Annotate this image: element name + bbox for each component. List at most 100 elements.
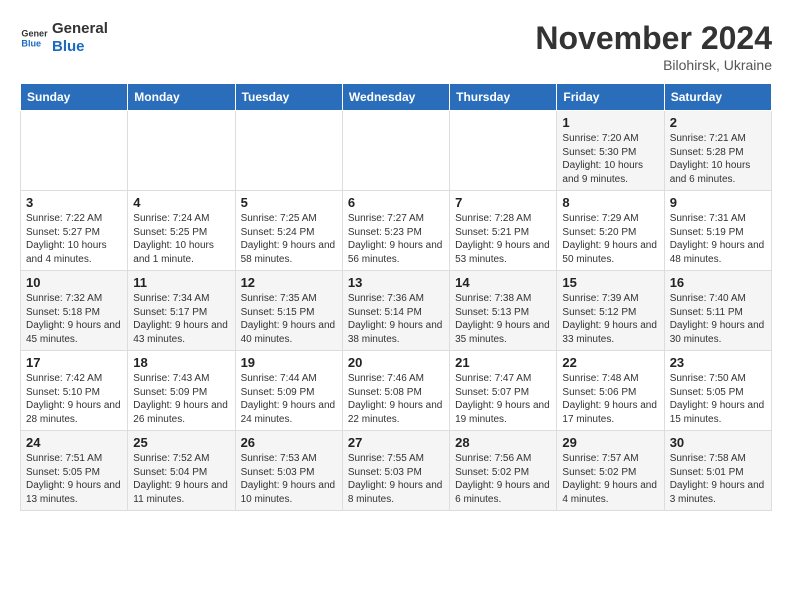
calendar-cell: 3 Sunrise: 7:22 AM Sunset: 5:27 PM Daylig…: [21, 191, 128, 271]
day-number: 1: [562, 115, 658, 130]
day-number: 26: [241, 435, 337, 450]
calendar-cell: [450, 111, 557, 191]
calendar-cell: 21Sunrise: 7:47 AM Sunset: 5:07 PM Dayli…: [450, 351, 557, 431]
day-info: Sunrise: 7:58 AM Sunset: 5:01 PM Dayligh…: [670, 452, 766, 506]
day-info: Sunrise: 7:35 AM Sunset: 5:15 PM Dayligh…: [241, 292, 337, 346]
calendar-cell: 18 Sunrise: 7:43 AM Sunset: 5:09 PM Dayli…: [128, 351, 235, 431]
calendar-week-row: 3 Sunrise: 7:22 AM Sunset: 5:27 PM Daylig…: [21, 191, 772, 271]
logo-blue: Blue: [52, 38, 108, 56]
day-info: Sunrise: 7:34 AM Sunset: 5:17 PM Dayligh…: [133, 292, 229, 346]
day-info: Sunrise: 7:39 AM Sunset: 5:12 PM Dayligh…: [562, 292, 658, 346]
day-number: 11: [133, 275, 229, 290]
day-number: 19: [241, 355, 337, 370]
month-title: November 2024: [535, 20, 772, 57]
weekday-header-friday: Friday: [557, 84, 664, 111]
day-info: Sunrise: 7:51 AM Sunset: 5:05 PM Dayligh…: [26, 452, 122, 506]
day-number: 8: [562, 195, 658, 210]
weekday-header-thursday: Thursday: [450, 84, 557, 111]
logo-general: General: [52, 20, 108, 38]
calendar-week-row: 10Sunrise: 7:32 AM Sunset: 5:18 PM Dayli…: [21, 271, 772, 351]
day-number: 9: [670, 195, 766, 210]
calendar-cell: 4Sunrise: 7:24 AM Sunset: 5:25 PM Daylig…: [128, 191, 235, 271]
calendar-cell: 16Sunrise: 7:40 AM Sunset: 5:11 PM Dayli…: [664, 271, 771, 351]
day-info: Sunrise: 7:47 AM Sunset: 5:07 PM Dayligh…: [455, 372, 551, 426]
svg-text:Blue: Blue: [21, 38, 41, 48]
calendar-cell: 9 Sunrise: 7:31 AM Sunset: 5:19 PM Daylig…: [664, 191, 771, 271]
day-info: Sunrise: 7:28 AM Sunset: 5:21 PM Dayligh…: [455, 212, 551, 266]
weekday-header-monday: Monday: [128, 84, 235, 111]
calendar-cell: [235, 111, 342, 191]
calendar-week-row: 17Sunrise: 7:42 AM Sunset: 5:10 PM Dayli…: [21, 351, 772, 431]
day-number: 30: [670, 435, 766, 450]
day-info: Sunrise: 7:38 AM Sunset: 5:13 PM Dayligh…: [455, 292, 551, 346]
calendar-cell: 14 Sunrise: 7:38 AM Sunset: 5:13 PM Dayli…: [450, 271, 557, 351]
day-info: Sunrise: 7:27 AM Sunset: 5:23 PM Dayligh…: [348, 212, 444, 266]
calendar-cell: 27 Sunrise: 7:55 AM Sunset: 5:03 PM Dayli…: [342, 431, 449, 511]
calendar-cell: 29 Sunrise: 7:57 AM Sunset: 5:02 PM Dayli…: [557, 431, 664, 511]
day-number: 24: [26, 435, 122, 450]
day-number: 10: [26, 275, 122, 290]
day-number: 28: [455, 435, 551, 450]
calendar-cell: 10Sunrise: 7:32 AM Sunset: 5:18 PM Dayli…: [21, 271, 128, 351]
svg-text:General: General: [21, 29, 48, 39]
day-info: Sunrise: 7:43 AM Sunset: 5:09 PM Dayligh…: [133, 372, 229, 426]
calendar-cell: 23Sunrise: 7:50 AM Sunset: 5:05 PM Dayli…: [664, 351, 771, 431]
calendar-cell: 8Sunrise: 7:29 AM Sunset: 5:20 PM Daylig…: [557, 191, 664, 271]
day-info: Sunrise: 7:21 AM Sunset: 5:28 PM Dayligh…: [670, 132, 766, 186]
logo: General Blue General Blue: [20, 20, 108, 56]
calendar-cell: 17Sunrise: 7:42 AM Sunset: 5:10 PM Dayli…: [21, 351, 128, 431]
calendar-cell: 12 Sunrise: 7:35 AM Sunset: 5:15 PM Dayli…: [235, 271, 342, 351]
day-info: Sunrise: 7:52 AM Sunset: 5:04 PM Dayligh…: [133, 452, 229, 506]
calendar-week-row: 24 Sunrise: 7:51 AM Sunset: 5:05 PM Dayli…: [21, 431, 772, 511]
calendar-cell: 22 Sunrise: 7:48 AM Sunset: 5:06 PM Dayli…: [557, 351, 664, 431]
weekday-header-saturday: Saturday: [664, 84, 771, 111]
day-number: 4: [133, 195, 229, 210]
day-info: Sunrise: 7:31 AM Sunset: 5:19 PM Dayligh…: [670, 212, 766, 266]
calendar-cell: 2 Sunrise: 7:21 AM Sunset: 5:28 PM Daylig…: [664, 111, 771, 191]
weekday-header-wednesday: Wednesday: [342, 84, 449, 111]
day-number: 23: [670, 355, 766, 370]
day-number: 22: [562, 355, 658, 370]
calendar-cell: [128, 111, 235, 191]
calendar-cell: 13Sunrise: 7:36 AM Sunset: 5:14 PM Dayli…: [342, 271, 449, 351]
day-info: Sunrise: 7:48 AM Sunset: 5:06 PM Dayligh…: [562, 372, 658, 426]
day-info: Sunrise: 7:40 AM Sunset: 5:11 PM Dayligh…: [670, 292, 766, 346]
day-info: Sunrise: 7:55 AM Sunset: 5:03 PM Dayligh…: [348, 452, 444, 506]
day-info: Sunrise: 7:20 AM Sunset: 5:30 PM Dayligh…: [562, 132, 658, 186]
calendar-cell: 30 Sunrise: 7:58 AM Sunset: 5:01 PM Dayli…: [664, 431, 771, 511]
calendar-table: SundayMondayTuesdayWednesdayThursdayFrid…: [20, 83, 772, 511]
calendar-cell: 19Sunrise: 7:44 AM Sunset: 5:09 PM Dayli…: [235, 351, 342, 431]
calendar-cell: 7Sunrise: 7:28 AM Sunset: 5:21 PM Daylig…: [450, 191, 557, 271]
day-number: 13: [348, 275, 444, 290]
calendar-cell: 25Sunrise: 7:52 AM Sunset: 5:04 PM Dayli…: [128, 431, 235, 511]
day-number: 29: [562, 435, 658, 450]
day-info: Sunrise: 7:25 AM Sunset: 5:24 PM Dayligh…: [241, 212, 337, 266]
day-number: 17: [26, 355, 122, 370]
calendar-cell: [342, 111, 449, 191]
day-info: Sunrise: 7:57 AM Sunset: 5:02 PM Dayligh…: [562, 452, 658, 506]
calendar-cell: [21, 111, 128, 191]
day-info: Sunrise: 7:53 AM Sunset: 5:03 PM Dayligh…: [241, 452, 337, 506]
day-number: 20: [348, 355, 444, 370]
day-info: Sunrise: 7:22 AM Sunset: 5:27 PM Dayligh…: [26, 212, 122, 266]
day-number: 12: [241, 275, 337, 290]
calendar-cell: 26 Sunrise: 7:53 AM Sunset: 5:03 PM Dayli…: [235, 431, 342, 511]
day-number: 2: [670, 115, 766, 130]
weekday-header-sunday: Sunday: [21, 84, 128, 111]
day-number: 18: [133, 355, 229, 370]
calendar-cell: 28 Sunrise: 7:56 AM Sunset: 5:02 PM Dayli…: [450, 431, 557, 511]
calendar-cell: 15 Sunrise: 7:39 AM Sunset: 5:12 PM Dayli…: [557, 271, 664, 351]
calendar-cell: 1 Sunrise: 7:20 AM Sunset: 5:30 PM Daylig…: [557, 111, 664, 191]
calendar-cell: 11 Sunrise: 7:34 AM Sunset: 5:17 PM Dayli…: [128, 271, 235, 351]
calendar-cell: 5Sunrise: 7:25 AM Sunset: 5:24 PM Daylig…: [235, 191, 342, 271]
day-number: 27: [348, 435, 444, 450]
day-info: Sunrise: 7:46 AM Sunset: 5:08 PM Dayligh…: [348, 372, 444, 426]
calendar-week-row: 1 Sunrise: 7:20 AM Sunset: 5:30 PM Daylig…: [21, 111, 772, 191]
day-number: 15: [562, 275, 658, 290]
day-info: Sunrise: 7:56 AM Sunset: 5:02 PM Dayligh…: [455, 452, 551, 506]
title-block: November 2024 Bilohirsk, Ukraine: [535, 20, 772, 73]
location: Bilohirsk, Ukraine: [535, 57, 772, 73]
calendar-cell: 6Sunrise: 7:27 AM Sunset: 5:23 PM Daylig…: [342, 191, 449, 271]
day-number: 3: [26, 195, 122, 210]
day-number: 14: [455, 275, 551, 290]
